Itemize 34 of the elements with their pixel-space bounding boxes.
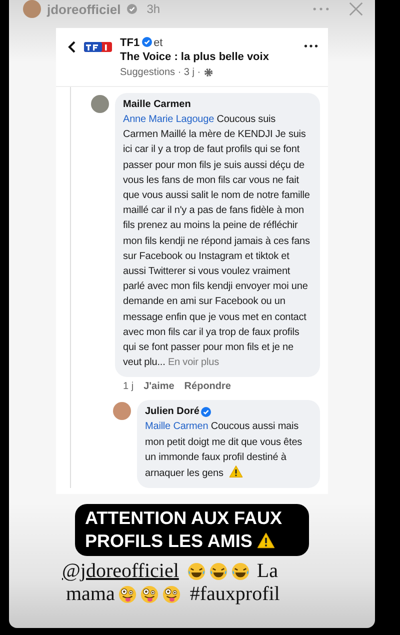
laughing-face-icon <box>186 562 206 582</box>
close-icon[interactable] <box>349 2 363 16</box>
group-name[interactable]: The Voice : la plus belle voix <box>120 50 296 64</box>
post-time: 3h <box>146 2 160 16</box>
connector-text: et <box>154 37 163 49</box>
comment-age: 1 j <box>123 381 134 392</box>
more-icon[interactable] <box>304 44 318 48</box>
like-link[interactable]: J'aime <box>144 381 174 392</box>
comment-text: Anne Marie Lagouge Coucous suis Carmen Maillé la mère de KENDJI Je suis ici car il y a trop de faut profils qui se font passer pour mon fils je suis aussi déçu de vous les fans de mon fils car vous ne fait que vous aussi salit le nom de notre famille maillé car il n'y a pas de fans fidèle à mon fils prenez au moins la peine de réfléchir mon fils kendji ne répond jamais à ces fans sur Facebook ou Instagram et tiktok et aussi Twitterer si vous voulez vraiment parlé avec mon fils kendji envoyer moi une demande en ami sur Facebook ou un message enfin que je vous met en contact avec mon fils car il ya trop de faux profils qui se font passer pour mon fils et je ne veut plu... En voir plus <box>123 113 311 370</box>
avatar[interactable] <box>91 95 109 113</box>
mention-link[interactable]: Maille Carmen <box>145 421 208 432</box>
avatar[interactable] <box>113 402 131 420</box>
back-icon[interactable] <box>68 41 76 53</box>
comment-text: Maille Carmen Coucous aussi mais mon petit doigt me dit que vous êtes un immonde faux profil destiné à arnaquer les gens <box>145 420 304 482</box>
channel-logo-icon <box>84 41 112 53</box>
reply-link[interactable]: Répondre <box>184 381 231 392</box>
avatar[interactable] <box>23 0 41 18</box>
laughing-face-icon <box>208 562 228 582</box>
mention-link[interactable]: @jdoreofficiel <box>62 560 179 584</box>
hashtag-link[interactable]: #fauxprofil <box>190 583 280 606</box>
silly-face-icon <box>118 585 137 604</box>
gear-icon <box>204 68 213 77</box>
comment-author[interactable]: Maille Carmen <box>123 99 191 110</box>
caption-text: mama <box>66 583 115 606</box>
mention-link[interactable]: Anne Marie Lagouge <box>123 114 214 125</box>
comment-author[interactable]: Julien Doré <box>145 406 200 418</box>
silly-face-icon <box>162 585 181 604</box>
page-name[interactable]: TF1 <box>120 37 140 49</box>
sticker-text: ATTENTION AUX FAUX PROFILS LES AMIS <box>75 504 309 556</box>
caption-text: La <box>256 560 278 584</box>
silly-face-icon <box>140 585 159 604</box>
post-meta: Suggestions · 3 j · <box>120 67 201 78</box>
laughing-face-icon <box>230 562 250 582</box>
see-more-link[interactable]: En voir plus <box>168 357 219 368</box>
